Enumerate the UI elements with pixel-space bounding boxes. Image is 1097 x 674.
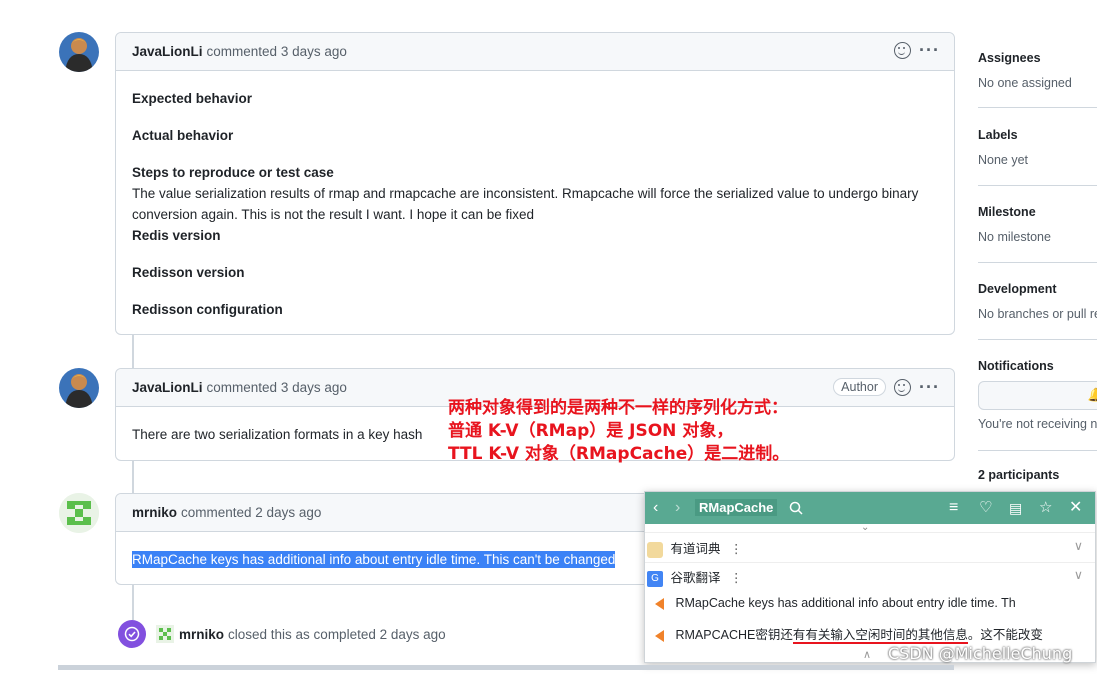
- divider: [978, 185, 1097, 186]
- chevron-down-icon[interactable]: ∨: [1074, 567, 1083, 582]
- closed-event: mrniko closed this as completed 2 days a…: [118, 620, 446, 648]
- translation-text-b: 有有关输入空闲时间的其他信息: [792, 628, 968, 644]
- search-icon[interactable]: [789, 501, 803, 515]
- comment-author[interactable]: JavaLionLi: [132, 380, 203, 395]
- menu-icon[interactable]: ≡: [949, 498, 958, 518]
- labels-value: None yet: [978, 153, 1029, 167]
- watermark: CSDN @MichelleChung: [888, 644, 1073, 663]
- annotation-line: TTL K-V 对象（RMapCache）是二进制。: [448, 444, 790, 464]
- participants-title: 2 participants: [978, 468, 1060, 482]
- comment-timestamp[interactable]: commented 3 days ago: [207, 44, 347, 59]
- heading-expected: Expected behavior: [132, 91, 253, 106]
- author-badge: Author: [833, 378, 887, 396]
- steps-text: The value serialization results of rmap …: [132, 186, 919, 222]
- annotation-text: 两种对象得到的是两种不一样的序列化方式： 普通 K-V（RMap）是 JSON …: [448, 397, 789, 466]
- development-title[interactable]: Development: [978, 282, 1097, 296]
- annotation-line: 普通 K-V（RMap）是 JSON 对象，: [448, 421, 734, 441]
- comment-header: JavaLionLi commented 3 days ago ···: [116, 33, 954, 71]
- heading-redisson-version: Redisson version: [132, 265, 245, 280]
- translation-row: RMAPCACHE密钥还有有关输入空闲时间的其他信息。这不能改变: [655, 624, 1097, 644]
- divider: [978, 450, 1097, 451]
- youdao-icon: [647, 541, 663, 558]
- source-text-row: RMapCache keys has additional info about…: [655, 596, 1085, 610]
- comment-card: JavaLionLi commented 3 days ago ··· Expe…: [115, 32, 955, 335]
- source-text: RMapCache keys has additional info about…: [675, 596, 1016, 610]
- reaction-smiley-icon[interactable]: [894, 42, 912, 59]
- translation-text-c: 。这不能改变: [967, 628, 1043, 642]
- comment-author[interactable]: mrniko: [132, 505, 177, 520]
- speaker-icon[interactable]: [655, 597, 664, 610]
- close-icon[interactable]: ✕: [1069, 498, 1082, 518]
- avatar[interactable]: [59, 32, 99, 72]
- pin-icon[interactable]: ☆: [1039, 498, 1052, 518]
- notifications-value: You're not receiving no: [978, 417, 1097, 431]
- speaker-icon[interactable]: [655, 629, 664, 642]
- labels-title[interactable]: Labels: [978, 128, 1097, 142]
- milestone-value: No milestone: [978, 230, 1051, 244]
- divider: [978, 107, 1097, 108]
- development-value: No branches or pull re: [978, 307, 1097, 321]
- forward-icon[interactable]: ›: [675, 498, 680, 518]
- avatar[interactable]: [156, 625, 174, 643]
- timeline-line: [132, 584, 134, 620]
- notifications-title: Notifications: [978, 359, 1054, 373]
- notebook-icon[interactable]: ▤: [1009, 498, 1022, 518]
- timeline-line: [132, 334, 134, 368]
- translation-popup: ‹ › RMapCache ≡ ♡ ▤ ☆ ✕ ⌄ 有道词典 ⋮ ∨ G 谷歌翻…: [644, 491, 1096, 663]
- dict-row-google[interactable]: G 谷歌翻译 ⋮ ∨: [647, 567, 1097, 587]
- heading-redis-version: Redis version: [132, 228, 221, 243]
- dict-row-youdao[interactable]: 有道词典 ⋮ ∨: [647, 538, 1097, 558]
- more-options-icon[interactable]: ···: [919, 41, 940, 59]
- reaction-smiley-icon[interactable]: [894, 378, 912, 396]
- assignees-value: No one assigned: [978, 76, 1072, 90]
- avatar[interactable]: [59, 493, 99, 533]
- milestone-title[interactable]: Milestone: [978, 205, 1097, 219]
- event-author[interactable]: mrniko: [179, 627, 224, 642]
- bell-icon: 🔔: [1087, 387, 1097, 402]
- divider: [978, 339, 1097, 340]
- comment-author[interactable]: JavaLionLi: [132, 44, 203, 59]
- heading-steps: Steps to reproduce or test case: [132, 165, 334, 180]
- selected-comment-text: RMapCache keys has additional info about…: [132, 551, 616, 568]
- heart-icon[interactable]: ♡: [979, 498, 992, 518]
- collapse-up-icon[interactable]: ∧: [863, 648, 871, 661]
- translation-text-a: RMAPCACHE密钥还: [675, 628, 793, 642]
- dict-name: 谷歌翻译: [670, 571, 721, 585]
- avatar[interactable]: [59, 368, 99, 408]
- divider: [978, 262, 1097, 263]
- comment-timestamp[interactable]: commented 3 days ago: [207, 380, 347, 395]
- more-options-icon[interactable]: ···: [919, 378, 940, 396]
- google-translate-icon: G: [647, 570, 663, 587]
- comment-timestamp[interactable]: commented 2 days ago: [181, 505, 321, 520]
- subscribe-button[interactable]: 🔔: [978, 381, 1097, 410]
- popup-query[interactable]: RMapCache: [695, 499, 778, 516]
- event-text: closed this as completed 2 days ago: [228, 626, 446, 642]
- assignees-title[interactable]: Assignees: [978, 51, 1097, 65]
- annotation-line: 两种对象得到的是两种不一样的序列化方式：: [448, 398, 788, 418]
- heading-redisson-config: Redisson configuration: [132, 302, 283, 317]
- popup-toolbar: ‹ › RMapCache ≡ ♡ ▤ ☆ ✕: [645, 492, 1095, 524]
- back-icon[interactable]: ‹: [653, 498, 658, 518]
- timeline-line: [132, 460, 134, 493]
- dict-name: 有道词典: [670, 542, 721, 556]
- more-options-icon[interactable]: ⋮: [730, 571, 743, 585]
- bottom-divider: [58, 665, 954, 670]
- heading-actual: Actual behavior: [132, 128, 234, 143]
- chevron-down-icon[interactable]: ∨: [1074, 538, 1083, 553]
- closed-completed-icon: [118, 620, 146, 648]
- more-options-icon[interactable]: ⋮: [730, 542, 743, 556]
